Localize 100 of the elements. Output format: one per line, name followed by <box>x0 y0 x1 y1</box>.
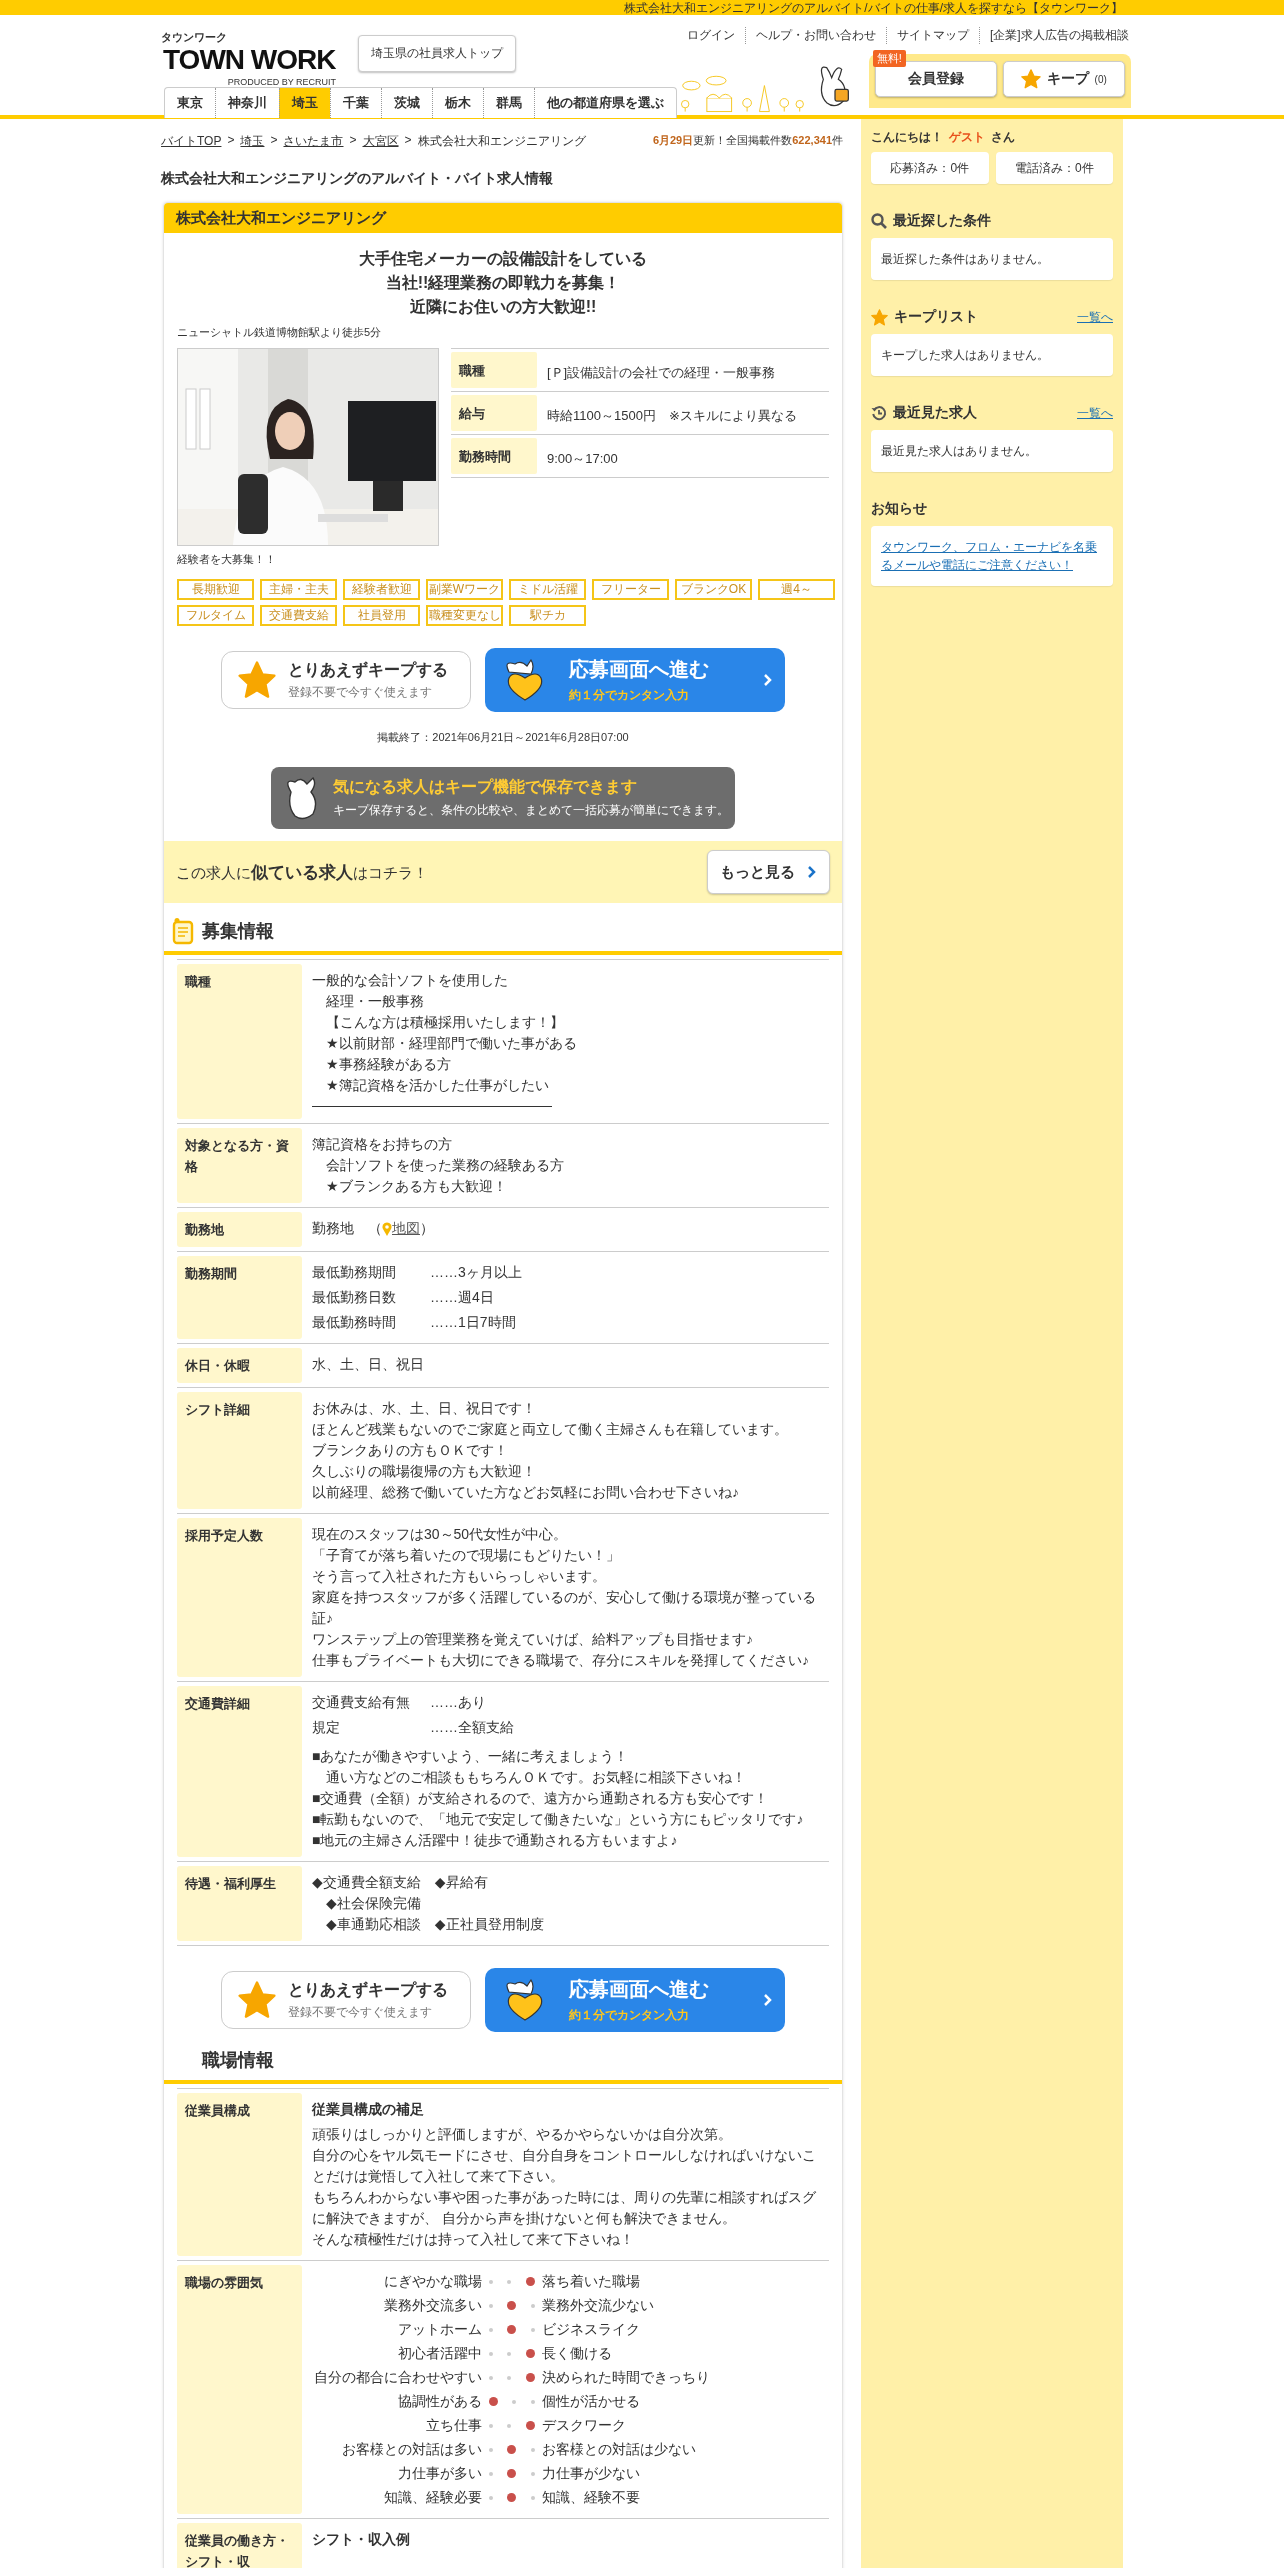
trait-label: 個性が活かせる <box>542 2392 641 2411</box>
list-link[interactable]: 一覧へ <box>1077 404 1113 422</box>
row-subtitle: シフト・収入例 <box>312 2530 411 2549</box>
chevron-icon <box>807 865 817 879</box>
apply-button[interactable]: 応募画面へ進む 約１分でカンタン入力 <box>485 648 785 712</box>
panel-title: 最近見た求人 <box>893 404 978 422</box>
posting-period: 掲載終了：2021年06月21日～2021年6月28日07:00 <box>376 730 630 745</box>
star-icon <box>238 1981 276 2019</box>
feature-tag: フリーター <box>592 579 669 600</box>
summary-value: 9:00～17:00 <box>546 450 619 468</box>
prefecture-top-button[interactable]: 埼玉県の社員求人トップ <box>358 35 516 72</box>
breadcrumb[interactable]: バイトTOP <box>161 133 222 150</box>
feature-tag: 長期歓迎 <box>177 579 254 600</box>
headline: 大手住宅メーカーの設備設計をしている 当社!!経理業務の即戦力を募集！ 近隣にお住いの方大歓迎!! <box>358 249 648 317</box>
trait-label: 協調性がある <box>397 2392 482 2411</box>
empty-message: 最近探した条件はありません。 <box>881 252 1049 266</box>
map-pin-icon <box>382 1221 392 1236</box>
page-title: 株式会社大和エンジニアリングのアルバイト・バイト求人情報 <box>161 170 554 188</box>
breadcrumb-separator: > <box>227 133 235 149</box>
honorific: さん <box>991 129 1015 146</box>
term: 最低勤務日数 <box>312 1288 397 1307</box>
count-box: 応募済み：0件 <box>871 152 989 184</box>
feature-tag: 経験者歓迎 <box>343 579 420 600</box>
section-title: 職場情報 <box>202 2049 274 2072</box>
row-text: 頑張りはしっかりと評価しますが、やるかやらないかは自分次第。 自分の心をヤル気モードにさせ、自分自身をコントロールしなければいけないことだけは覚悟して入社して来て下さい。 もちろんわからない事や困った事があった時には、周りの先輩に相談すればスグに解決できますが、 自分から声を掛けないと何も解決できません。 そんな積極性だけは持って入社して来て下さいね！ <box>312 2125 817 2249</box>
logo[interactable]: TOWN WORK <box>161 43 336 77</box>
banner-title: 気になる求人はキープ機能で保存できます <box>333 777 638 798</box>
row-text: ■あなたが働きやすいよう、一緒に考えましょう！ 通い方などのご相談ももちろんＯＫです。お気軽に相談下さいね！ ■交通費（全額）が支給されるので、遠方から通勤される方も安心です！ ■転勤もないので、「地元で安定して働きたいな」という方にもピッタリです♪ ■地元の主婦さん活躍中！徒歩で通勤される方もいますよ♪ <box>312 1747 805 1850</box>
trait-label: ビジネスライク <box>542 2320 641 2339</box>
row-label: 職場の雰囲気 <box>177 2265 302 2514</box>
empty-message: 最近見た求人はありません。 <box>881 444 1037 458</box>
summary-value: 時給1100～1500円 ※スキルにより異なる <box>546 407 798 425</box>
row-subtitle: 従業員構成の補足 <box>312 2100 425 2119</box>
trait-label: にぎやかな職場 <box>383 2272 482 2291</box>
prefecture-tab[interactable]: 他の都道府県を選ぶ <box>534 88 676 118</box>
summary-label: 職種 <box>451 352 537 388</box>
trait-label: 力仕事が少ない <box>542 2464 641 2483</box>
panel-title: 最近探した条件 <box>893 212 992 230</box>
row-text: 簿記資格をお持ちの方 会計ソフトを使った業務の経験ある方 ★ブランクある方も大歓迎！ <box>312 1135 565 1196</box>
keep-action-button[interactable]: とりあえずキープする 登録不要で今すぐ使えます <box>221 1971 471 2029</box>
breadcrumb-separator: > <box>270 133 278 149</box>
count-box: 電話済み：0件 <box>995 152 1113 184</box>
breadcrumb[interactable]: 埼玉 <box>240 133 265 150</box>
row-label: 採用予定人数 <box>177 1518 302 1677</box>
notice-link[interactable]: タウンワーク、フロム・エーナビを名乗るメールや電話にご注意ください！ <box>881 538 1103 574</box>
list-link[interactable]: 一覧へ <box>1077 308 1113 326</box>
panel-title: お知らせ <box>871 500 928 518</box>
prefecture-tab[interactable]: 東京 <box>165 88 215 118</box>
feature-tag: 主婦・主夫 <box>260 579 337 600</box>
panel-title: キープリスト <box>894 308 979 326</box>
trait-label: デスクワーク <box>542 2416 627 2435</box>
map-link[interactable]: 地図 <box>392 1218 420 1239</box>
trait-label: 決められた時間できっちり <box>542 2368 710 2387</box>
prefecture-tab[interactable]: 埼玉 <box>279 88 330 118</box>
row-label: 対象となる方・資格 <box>177 1128 302 1203</box>
term-value: ……全額支給 <box>430 1718 514 1737</box>
keep-button[interactable]: キープ (0) <box>1002 61 1125 97</box>
document-icon <box>172 917 194 945</box>
prefecture-tab[interactable]: 茨城 <box>381 88 432 118</box>
logo-kana: タウンワーク <box>161 31 228 43</box>
header-link[interactable]: サイトマップ <box>886 27 979 44</box>
prefecture-tab[interactable]: 群馬 <box>483 88 534 118</box>
header-link[interactable]: ヘルプ・お問い合わせ <box>745 27 886 44</box>
trait-label: 力仕事が多い <box>397 2464 482 2483</box>
location-text: 勤務地 （ <box>312 1219 382 1238</box>
logo-tagline: PRODUCED BY RECRUIT <box>227 77 336 87</box>
header-link[interactable]: ログイン <box>677 27 745 44</box>
breadcrumb-separator: > <box>404 133 412 149</box>
trait-label: 初心者活躍中 <box>397 2344 482 2363</box>
apply-button[interactable]: 応募画面へ進む 約１分でカンタン入力 <box>485 1968 785 2032</box>
prefecture-tab[interactable]: 千葉 <box>330 88 381 118</box>
tagline: 株式会社大和エンジニアリングのアルバイト/バイトの仕事/求人を探すなら【タウンワーク】 <box>624 1 1123 15</box>
feature-tag: 駅チカ <box>509 605 586 626</box>
summary-label: 勤務時間 <box>451 438 537 474</box>
row-label: 勤務期間 <box>177 1256 302 1339</box>
trait-label: 知識、経験不要 <box>542 2488 641 2507</box>
trait-label: 自分の都合に合わせやすい <box>313 2368 482 2387</box>
trait-label: アットホーム <box>397 2320 482 2339</box>
trait-label: 長く働ける <box>542 2344 613 2363</box>
trait-label: 立ち仕事 <box>425 2416 482 2435</box>
term: 最低勤務期間 <box>312 1263 397 1282</box>
row-label: 休日・休暇 <box>177 1348 302 1383</box>
breadcrumb[interactable]: 大宮区 <box>362 133 399 150</box>
row-label: 待遇・福利厚生 <box>177 1866 302 1941</box>
keep-action-button[interactable]: とりあえずキープする 登録不要で今すぐ使えます <box>221 651 471 709</box>
feature-tag: 職種変更なし <box>426 605 503 626</box>
row-text: 水、土、日、祝日 <box>312 1355 425 1374</box>
access-info: ニューシャトル鉄道博物館駅より徒歩5分 <box>176 325 383 340</box>
row-text: 現在のスタッフは30～50代女性が中心。 「子育てが落ち着いたので現場にもどりたい！」 そう言って入社された方もいらっしゃいます。 家庭を持つスタッフが多く活躍しているのが、安心して働ける環境が整っている証♪ ワンステップ上の管理業務を覚えていけば、給料アップも目指せます♪ 仕事もプライベートも大切にできる職場で、存分にスキルを発揮してください♪ <box>312 1525 817 1670</box>
chevron-icon <box>763 1993 773 2007</box>
breadcrumb[interactable]: さいたま市 <box>283 133 344 150</box>
row-label: 勤務地 <box>177 1212 302 1247</box>
location-text: ） <box>420 1219 434 1238</box>
breadcrumb: 株式会社大和エンジニアリング <box>417 133 586 150</box>
empty-message: キープした求人はありません。 <box>881 348 1049 362</box>
header-link[interactable]: [企業]求人広告の掲載相談 <box>979 27 1131 44</box>
more-button[interactable]: もっと見る <box>707 850 830 894</box>
prefecture-tab[interactable]: 栃木 <box>432 88 483 118</box>
trait-label: 業務外交流多い <box>383 2296 482 2315</box>
banner-text: キープ保存すると、条件の比較や、まとめて一括応募が簡単にできます。 <box>333 802 729 819</box>
